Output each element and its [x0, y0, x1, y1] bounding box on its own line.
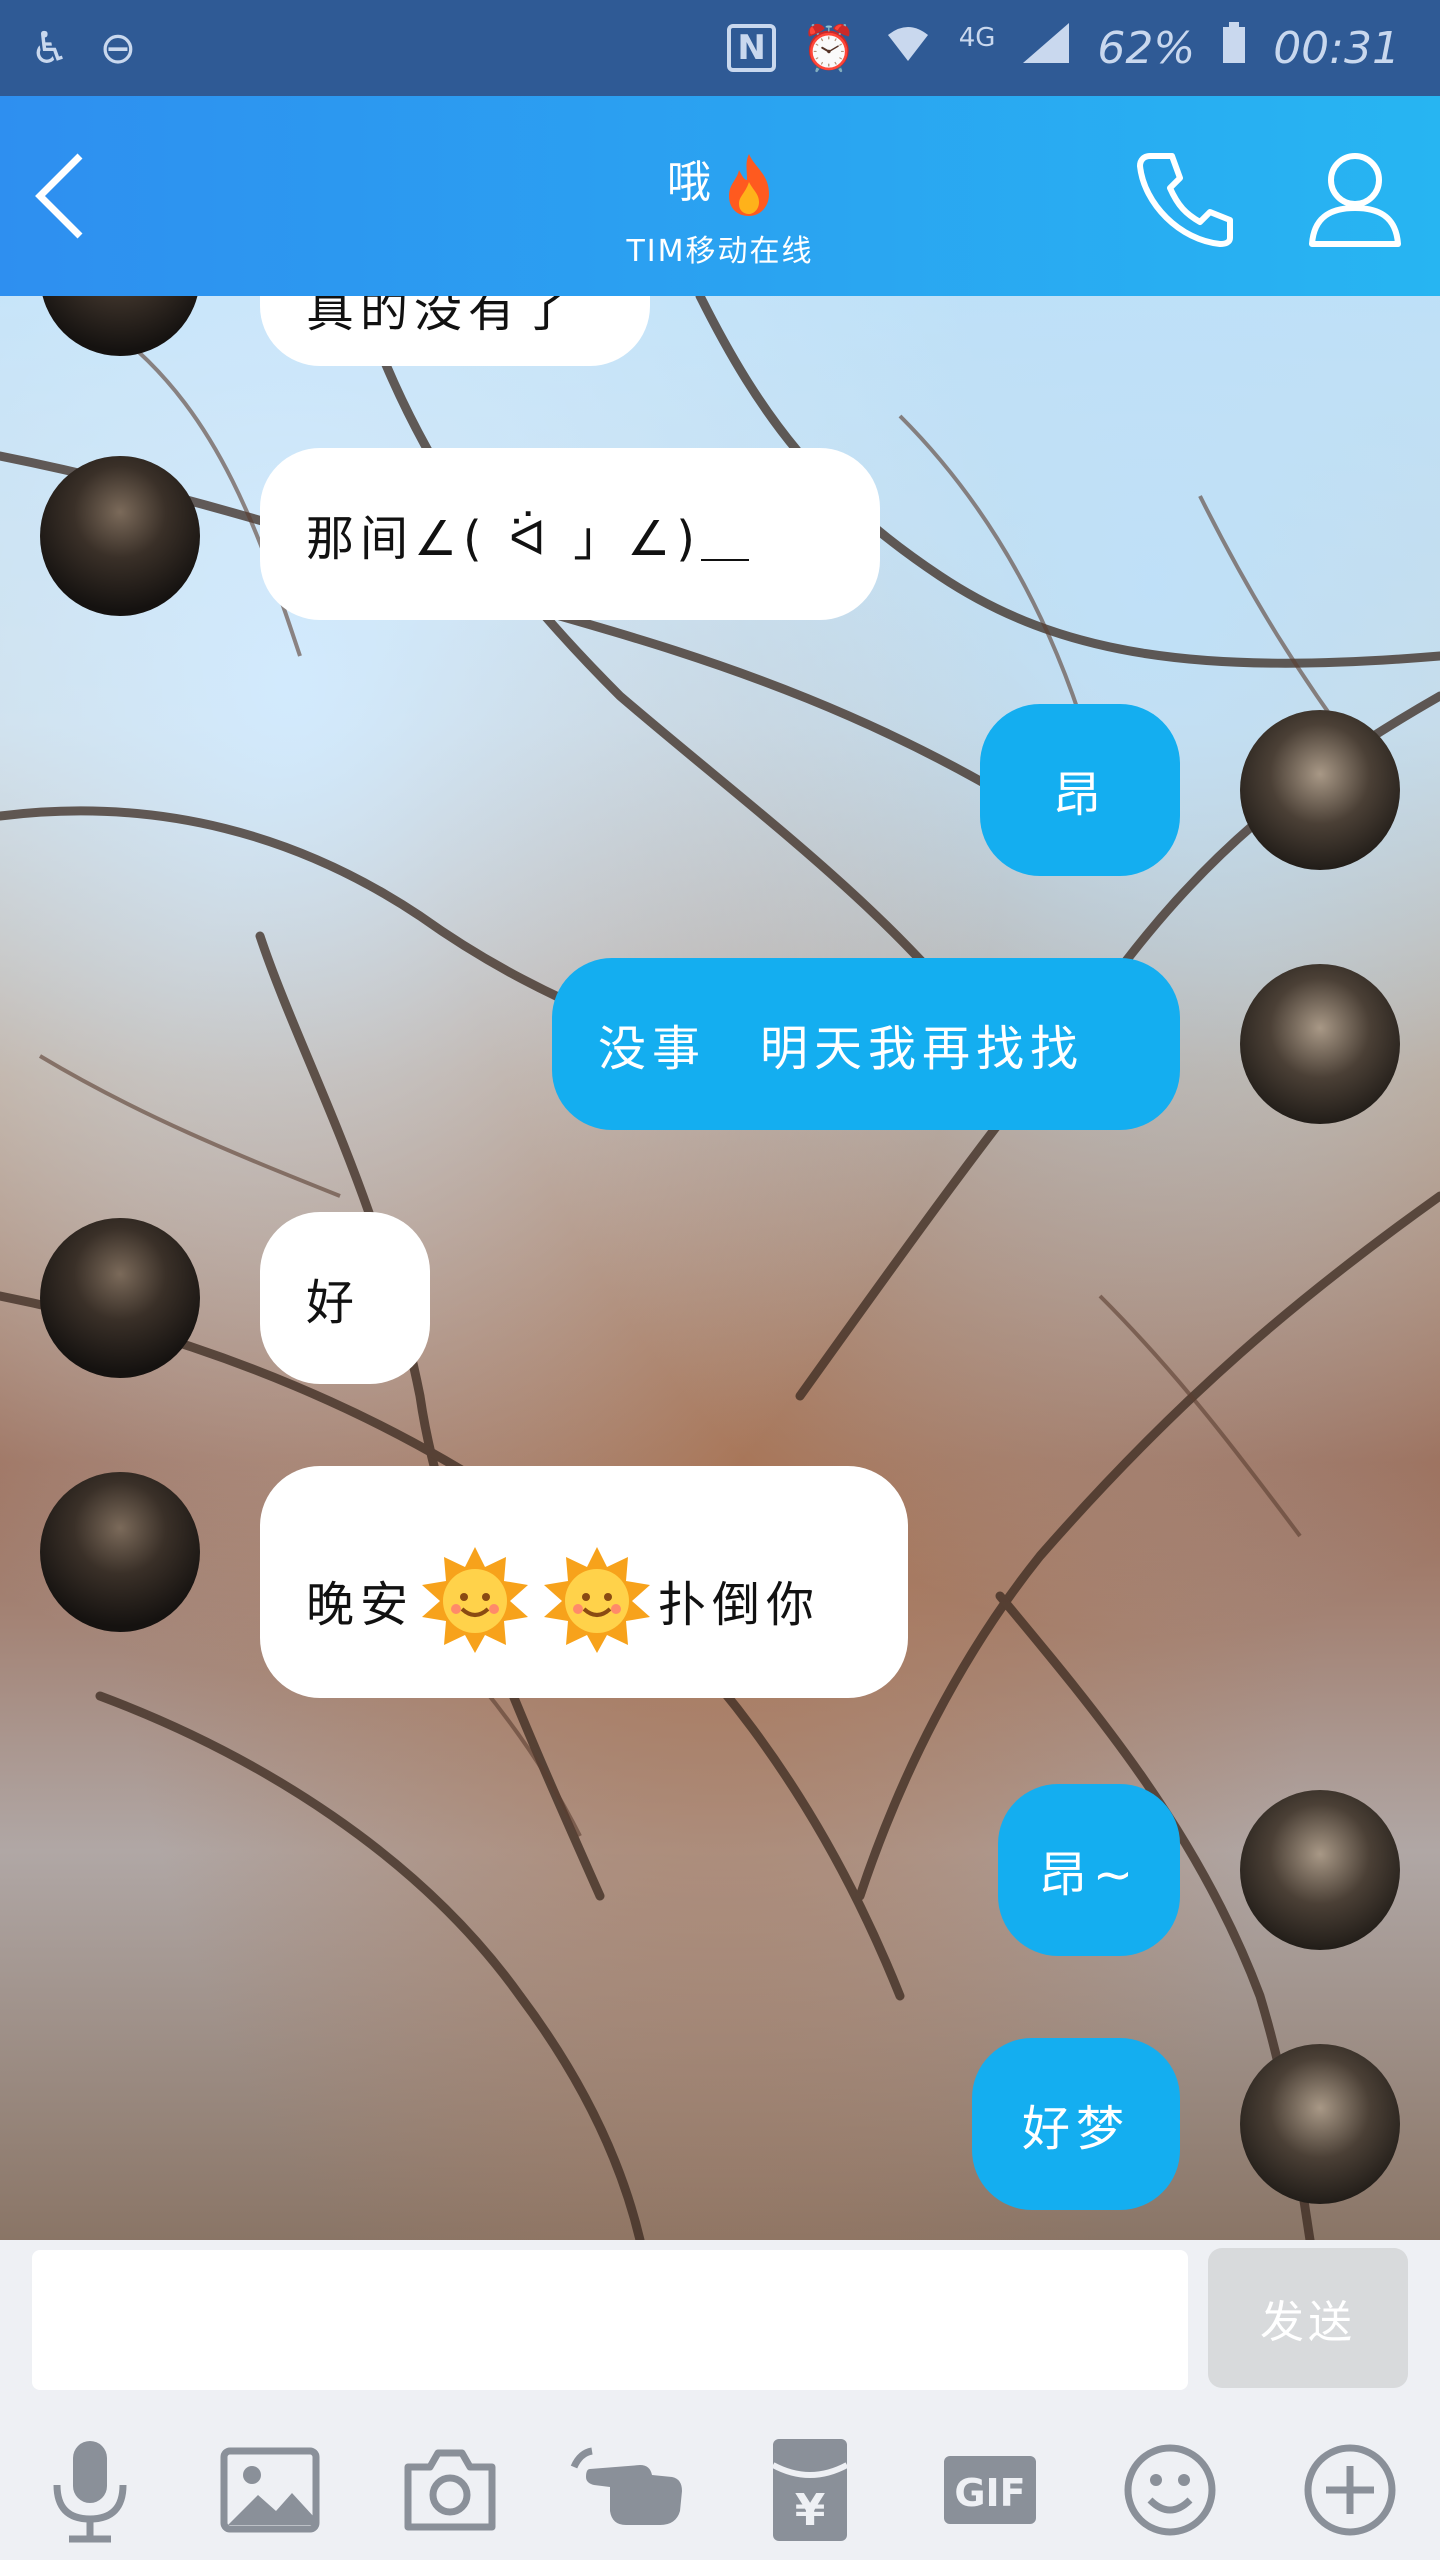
my-avatar[interactable]	[1240, 2044, 1400, 2204]
send-label: 发送	[1260, 2297, 1356, 2348]
wifi-icon	[883, 21, 933, 76]
network-type: 4G	[958, 23, 996, 53]
battery-icon	[1221, 21, 1247, 76]
red-packet-button[interactable]: ¥	[750, 2430, 870, 2550]
phone-icon	[1137, 153, 1233, 247]
image-icon	[220, 2447, 320, 2533]
accessibility-icon: ♿	[30, 22, 70, 74]
my-avatar[interactable]	[1240, 964, 1400, 1124]
red-packet-icon: ¥	[771, 2439, 849, 2541]
plus-icon	[1304, 2444, 1396, 2536]
status-bar: ♿ ⊖ N ⏰ 4G 62% 00:31	[0, 0, 1440, 96]
message-bubble-outgoing[interactable]: 好梦	[972, 2038, 1180, 2210]
message-bubble-incoming[interactable]: 晚安 扑倒你	[260, 1466, 908, 1698]
emoji-icon	[1124, 2444, 1216, 2536]
clock: 00:31	[1273, 22, 1400, 74]
yuan-symbol: ¥	[795, 2485, 826, 2536]
gif-label: GIF	[954, 2471, 1025, 2515]
message-bubble-incoming[interactable]: 那间∠( ᐛ 」∠)＿	[260, 448, 880, 620]
my-avatar[interactable]	[1240, 1790, 1400, 1950]
contact-name: 哦	[667, 157, 711, 208]
more-button[interactable]	[1290, 2430, 1410, 2550]
poke-icon	[570, 2447, 682, 2525]
chat-header: 哦 TIM移动在线	[0, 96, 1440, 296]
input-bar: 发送 ¥ GIF	[0, 2240, 1440, 2560]
call-button[interactable]	[1130, 144, 1240, 254]
message-bubble-incoming[interactable]: 真的没有了	[260, 296, 650, 366]
nfc-icon: N	[727, 24, 776, 72]
message-text: 没事 明天我再找找	[598, 1021, 1085, 1077]
profile-button[interactable]	[1300, 144, 1410, 254]
camera-icon	[404, 2449, 496, 2531]
my-avatar[interactable]	[1240, 710, 1400, 870]
poke-button[interactable]	[570, 2430, 690, 2550]
alarm-icon: ⏰	[801, 23, 857, 74]
fire-icon	[725, 154, 773, 216]
gif-button[interactable]: GIF	[930, 2430, 1050, 2550]
message-text: 昂~	[1038, 1847, 1140, 1903]
message-text: 好梦	[1021, 2101, 1130, 2157]
emoji-button[interactable]	[1110, 2430, 1230, 2550]
do-not-disturb-icon: ⊖	[99, 22, 137, 74]
chat-area[interactable]: 真的没有了 那间∠( ᐛ 」∠)＿ 昂 没事 明天我再找找 好 晚安 扑倒你 昂…	[0, 296, 1440, 2240]
contact-avatar[interactable]	[40, 1218, 200, 1378]
microphone-icon	[53, 2441, 127, 2543]
camera-button[interactable]	[390, 2430, 510, 2550]
person-icon	[1309, 153, 1401, 247]
gif-icon: GIF	[944, 2456, 1036, 2524]
message-text: 那间∠( ᐛ 」∠)＿	[306, 511, 755, 567]
battery-percent: 62%	[1097, 22, 1196, 74]
sun-emoji-icon	[420, 1545, 530, 1655]
message-bubble-incoming[interactable]: 好	[260, 1212, 430, 1384]
signal-icon	[1021, 21, 1071, 76]
send-button[interactable]: 发送	[1208, 2248, 1408, 2388]
sun-emoji-icon	[542, 1545, 652, 1655]
contact-avatar[interactable]	[40, 456, 200, 616]
message-text: 好	[306, 1275, 361, 1331]
message-bubble-outgoing[interactable]: 昂	[980, 704, 1180, 876]
image-button[interactable]	[210, 2430, 330, 2550]
message-text: 真的没有了	[306, 296, 577, 338]
message-text: 晚安	[306, 1577, 415, 1633]
voice-button[interactable]	[30, 2430, 150, 2550]
message-text: 昂	[1052, 767, 1107, 823]
message-bubble-outgoing[interactable]: 没事 明天我再找找	[552, 958, 1180, 1130]
message-bubble-outgoing[interactable]: 昂~	[998, 1784, 1180, 1956]
message-text: 扑倒你	[658, 1577, 821, 1633]
contact-avatar[interactable]	[40, 1472, 200, 1632]
message-input[interactable]	[32, 2250, 1188, 2390]
